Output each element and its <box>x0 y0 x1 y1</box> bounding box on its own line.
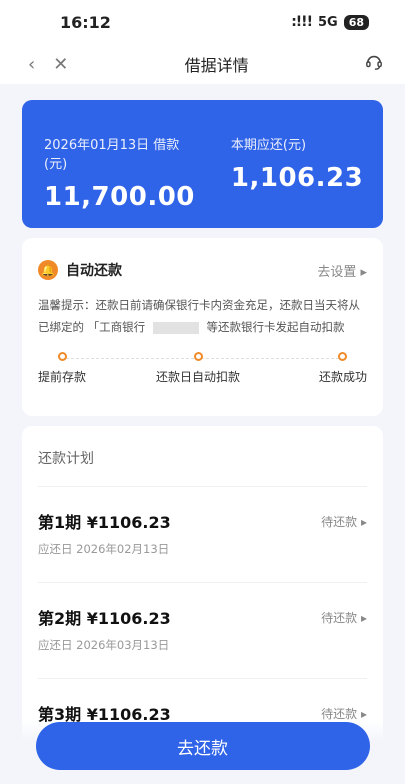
autopay-card: 🔔 自动还款 去设置 ▸ 温馨提示：还款日前请确保银行卡内资金充足，还款日当天将… <box>22 238 383 416</box>
step-dot <box>57 352 67 361</box>
plan-period: 第1期 ¥1106.23 <box>38 513 171 532</box>
pay-button[interactable]: 去还款 <box>35 722 370 770</box>
step-dot <box>338 352 348 361</box>
battery-icon: 68 <box>343 14 369 30</box>
bell-icon: 🔔 <box>38 260 58 280</box>
plan-period: 第2期 ¥1106.23 <box>38 609 171 628</box>
due-amount: 1,106.23 <box>230 163 364 193</box>
plan-row[interactable]: 第1期 ¥1106.23 待还款 ▸ 应还日 2026年02月13日 <box>38 487 367 583</box>
autopay-settings-link[interactable]: 去设置 ▸ <box>317 261 367 280</box>
step-1: 提前存款 <box>38 352 86 385</box>
plan-status[interactable]: 待还款 ▸ <box>321 705 367 722</box>
autopay-tip: 温馨提示：还款日前请确保银行卡内资金充足，还款日当天将从 已绑定的 「工商银行 … <box>38 298 360 334</box>
status-bar: 16:12 :!!! 5G 68 <box>0 0 405 44</box>
close-icon[interactable]: ✕ <box>53 54 68 75</box>
back-icon[interactable]: ‹ <box>28 54 35 75</box>
plan-row[interactable]: 第2期 ¥1106.23 待还款 ▸ 应还日 2026年03月13日 <box>38 583 367 679</box>
step-2: 还款日自动扣款 <box>156 352 240 385</box>
plan-date: 应还日 2026年03月13日 <box>38 638 170 652</box>
status-time: 16:12 <box>60 12 111 32</box>
loan-amount: 11,700.00 <box>44 182 195 212</box>
due-label: 本期应还(元) <box>230 138 307 153</box>
plan-status[interactable]: 待还款 ▸ <box>321 513 367 530</box>
bottom-bar: 去还款 <box>0 722 405 784</box>
step-3: 还款成功 <box>319 352 367 385</box>
autopay-steps: 提前存款 还款日自动扣款 还款成功 <box>38 352 367 392</box>
autopay-title: 自动还款 <box>66 263 122 279</box>
page-title: 借据详情 <box>184 56 249 75</box>
network-label: 5G <box>317 14 338 30</box>
loan-summary-card: 2026年01月13日 借款(元) 11,700.00 本期应还(元) 1,10… <box>22 100 383 228</box>
customer-service-icon[interactable] <box>365 53 383 75</box>
nav-bar: ‹ ✕ 借据详情 <box>0 44 405 84</box>
plan-status[interactable]: 待还款 ▸ <box>321 609 367 626</box>
plan-title: 还款计划 <box>38 426 367 487</box>
repayment-plan-card: 还款计划 第1期 ¥1106.23 待还款 ▸ 应还日 2026年02月13日 … <box>22 426 383 746</box>
signal-icon: :!!! <box>291 14 313 30</box>
step-dot <box>193 352 203 361</box>
plan-date: 应还日 2026年02月13日 <box>38 542 170 556</box>
masked-card <box>152 321 199 334</box>
loan-date-label: 2026年01月13日 借款(元) <box>44 138 180 172</box>
status-indicators: :!!! 5G 68 <box>291 14 369 30</box>
